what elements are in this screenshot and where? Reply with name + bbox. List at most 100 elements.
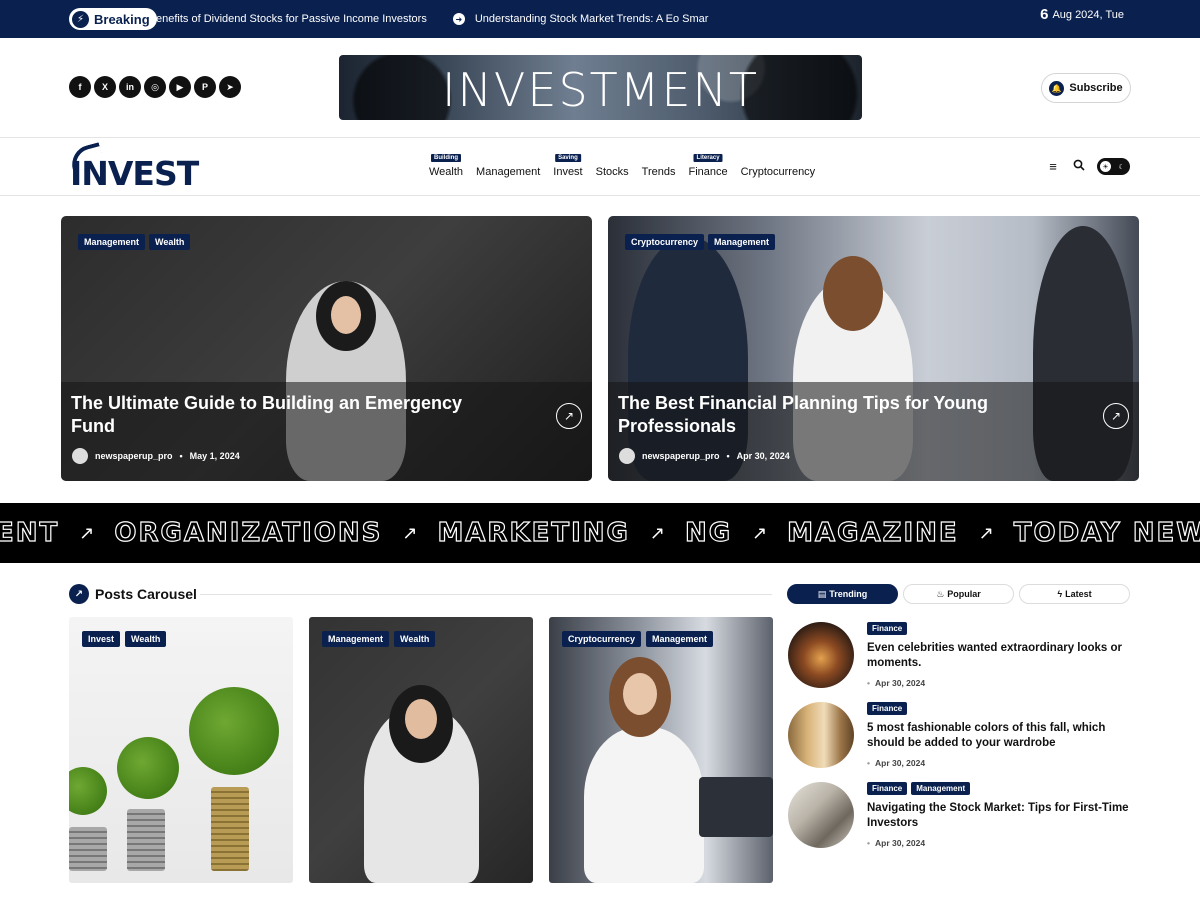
tab-label: Popular	[947, 589, 981, 599]
category-tag[interactable]: Finance	[867, 622, 908, 635]
arrow-up-right-icon: ↗	[649, 522, 665, 543]
arrow-up-right-icon[interactable]: ↗	[556, 403, 582, 429]
card-image	[699, 777, 773, 837]
nav-label[interactable]: Wealth	[429, 166, 463, 178]
hero-meta: newspaperup_pro • Apr 30, 2024	[619, 448, 790, 464]
nav-item-management[interactable]: Management	[476, 154, 540, 178]
pinterest-icon[interactable]: P	[194, 76, 216, 98]
hero-title[interactable]: The Best Financial Planning Tips for You…	[618, 392, 1038, 438]
top-date: 6 Aug 2024, Tue	[1040, 6, 1124, 23]
search-icon[interactable]	[1071, 159, 1087, 174]
nav-item-trends[interactable]: Trends	[642, 154, 676, 178]
avatar[interactable]	[72, 448, 88, 464]
header-banner[interactable]: INVESTMENT	[339, 55, 862, 120]
arrow-right-icon: ➜	[452, 13, 465, 25]
carousel-card[interactable]: Cryptocurrency Management	[549, 617, 773, 883]
separator: •	[179, 451, 183, 461]
ticker-text[interactable]: Understanding Stock Market Trends: A Eo …	[475, 13, 709, 25]
nav-label[interactable]: Finance	[688, 166, 727, 178]
menu-icon[interactable]: ≡	[1045, 159, 1061, 174]
marquee-band: ENT ↗ ORGANIZATIONS ↗ MARKETING ↗ NG ↗ M…	[0, 503, 1200, 563]
instagram-icon[interactable]: ◎	[144, 76, 166, 98]
fire-icon: ♨	[936, 588, 945, 599]
arrow-up-right-icon: ↗	[402, 522, 418, 543]
nav-item-wealth[interactable]: Building Wealth	[429, 154, 463, 178]
ticker-text[interactable]: enefits of Dividend Stocks for Passive I…	[156, 13, 427, 25]
breaking-badge: ⚡ Breaking	[69, 8, 157, 30]
category-tag[interactable]: Cryptocurrency	[562, 631, 642, 647]
carousel-card[interactable]: Invest Wealth	[69, 617, 293, 883]
telegram-icon[interactable]: ➤	[219, 76, 241, 98]
nav-item-stocks[interactable]: Stocks	[596, 154, 629, 178]
author-name[interactable]: newspaperup_pro	[642, 451, 720, 461]
nav-item-invest[interactable]: Saving Invest	[553, 154, 583, 178]
divider	[0, 137, 1200, 138]
hero-card[interactable]: Cryptocurrency Management The Best Finan…	[608, 216, 1139, 481]
post-thumbnail[interactable]	[788, 782, 854, 848]
hero-card[interactable]: Management Wealth The Ultimate Guide to …	[61, 216, 592, 481]
category-tag[interactable]: Management	[708, 234, 776, 250]
card-image	[211, 787, 249, 871]
nav-label[interactable]: Cryptocurrency	[741, 166, 816, 178]
nav-label[interactable]: Invest	[553, 166, 582, 178]
hero-title[interactable]: The Ultimate Guide to Building an Emerge…	[71, 392, 491, 438]
nav-label[interactable]: Management	[476, 166, 540, 178]
sidebar-post[interactable]: Finance Management Navigating the Stock …	[788, 782, 1133, 849]
date-rest: Aug 2024, Tue	[1052, 8, 1124, 21]
nav-badge: Literacy	[693, 154, 723, 162]
marquee-word: ORGANIZATIONS	[114, 517, 383, 548]
tab-latest[interactable]: ϟ Latest	[1019, 584, 1130, 604]
post-thumbnail[interactable]	[788, 622, 854, 688]
card-tags: Invest Wealth	[82, 631, 167, 647]
post-title[interactable]: Even celebrities wanted extraordinary lo…	[867, 641, 1132, 671]
x-icon[interactable]: X	[94, 76, 116, 98]
avatar[interactable]	[619, 448, 635, 464]
bolt-icon: ϟ	[1057, 589, 1063, 599]
sidebar-post[interactable]: Finance 5 most fashionable colors of thi…	[788, 702, 1133, 769]
subscribe-button[interactable]: 🔔 Subscribe	[1041, 73, 1131, 103]
category-tag[interactable]: Cryptocurrency	[625, 234, 705, 250]
linkedin-icon[interactable]: in	[119, 76, 141, 98]
category-tag[interactable]: Finance	[867, 782, 908, 795]
category-tag[interactable]: Management	[911, 782, 971, 795]
category-tag[interactable]: Invest	[82, 631, 121, 647]
sidebar-post[interactable]: Finance Even celebrities wanted extraord…	[788, 622, 1133, 689]
bolt-icon: ⚡	[72, 10, 89, 28]
hero-meta: newspaperup_pro • May 1, 2024	[72, 448, 240, 464]
nav-label[interactable]: Trends	[642, 166, 676, 178]
site-logo[interactable]: INVEST	[67, 142, 199, 190]
section-title: ↗ Posts Carousel	[69, 584, 197, 604]
card-image	[584, 727, 704, 883]
facebook-icon[interactable]: f	[69, 76, 91, 98]
category-tag[interactable]: Finance	[867, 702, 908, 715]
nav-badge: Saving	[555, 154, 581, 162]
post-date[interactable]: May 1, 2024	[190, 451, 240, 461]
post-thumbnail[interactable]	[788, 702, 854, 768]
tab-trending[interactable]: ▤ Trending	[787, 584, 898, 604]
main-nav: Building Wealth Management Saving Invest…	[429, 148, 815, 178]
category-tag[interactable]: Management	[78, 234, 146, 250]
nav-item-cryptocurrency[interactable]: Cryptocurrency	[741, 154, 816, 178]
nav-item-finance[interactable]: Literacy Finance	[688, 154, 728, 178]
marquee-word: MARKETING	[437, 517, 630, 548]
post-title[interactable]: 5 most fashionable colors of this fall, …	[867, 721, 1132, 751]
arrow-up-right-icon[interactable]: ↗	[1103, 403, 1129, 429]
category-tag[interactable]: Management	[646, 631, 714, 647]
top-bar: ⚡ Breaking enefits of Dividend Stocks fo…	[0, 0, 1200, 38]
category-tag[interactable]: Wealth	[394, 631, 436, 647]
category-tag[interactable]: Wealth	[125, 631, 167, 647]
post-date[interactable]: Apr 30, 2024	[737, 451, 790, 461]
author-name[interactable]: newspaperup_pro	[95, 451, 173, 461]
ticker-item[interactable]: ➜ Understanding Stock Market Trends: A E…	[452, 13, 709, 25]
tab-popular[interactable]: ♨ Popular	[903, 584, 1014, 604]
category-tag[interactable]: Management	[322, 631, 390, 647]
post-title[interactable]: Navigating the Stock Market: Tips for Fi…	[867, 801, 1132, 831]
youtube-icon[interactable]: ▶	[169, 76, 191, 98]
card-image	[127, 809, 165, 871]
card-tags: Management Wealth	[322, 631, 436, 647]
carousel-card[interactable]: Management Wealth	[309, 617, 533, 883]
nav-label[interactable]: Stocks	[596, 166, 629, 178]
ticker-item[interactable]: enefits of Dividend Stocks for Passive I…	[156, 13, 427, 25]
theme-toggle[interactable]: ☀ ☾	[1097, 158, 1130, 175]
category-tag[interactable]: Wealth	[149, 234, 191, 250]
